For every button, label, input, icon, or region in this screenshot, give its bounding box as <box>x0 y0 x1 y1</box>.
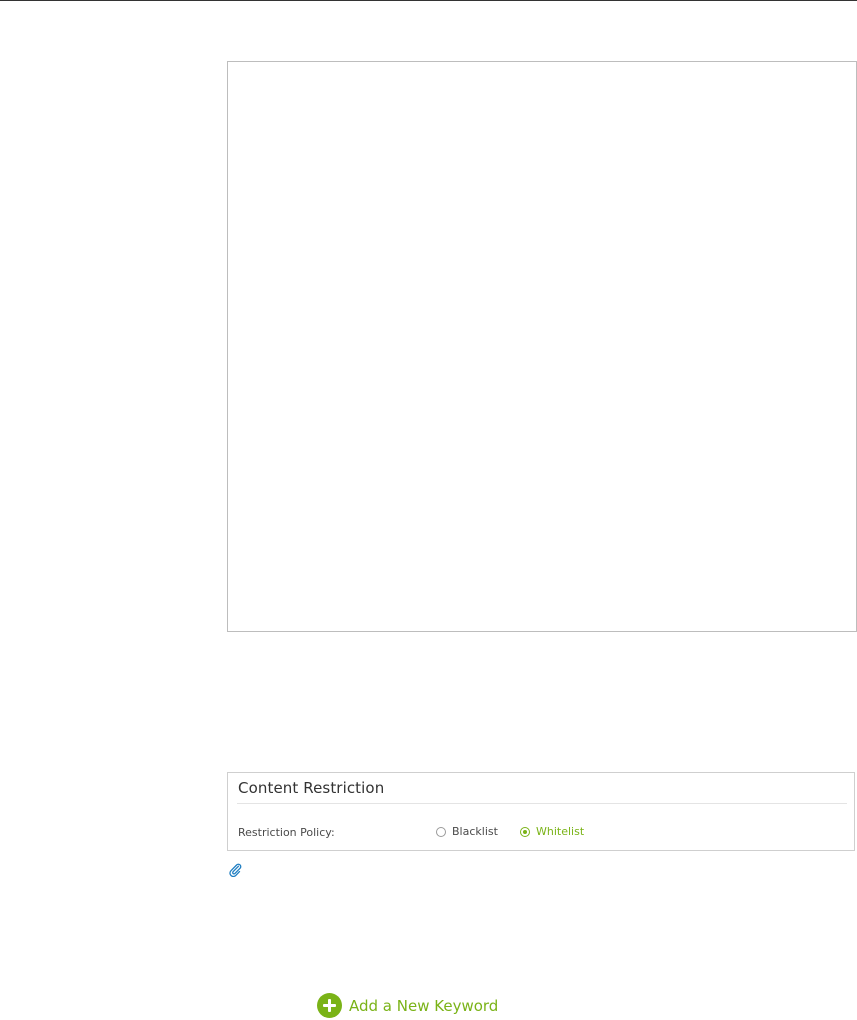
radio-whitelist[interactable]: Whitelist <box>520 825 584 838</box>
add-new-keyword-button[interactable]: Add a New Keyword <box>317 993 498 1018</box>
restriction-policy-label: Restriction Policy: <box>238 826 335 839</box>
panel-divider <box>237 803 847 804</box>
paperclip-icon[interactable] <box>228 863 242 877</box>
radio-whitelist-label: Whitelist <box>536 825 585 838</box>
panel-title: Content Restriction <box>238 779 385 797</box>
add-new-keyword-label[interactable]: Add a New Keyword <box>349 997 498 1015</box>
radio-checked-icon[interactable] <box>520 826 530 837</box>
radio-blacklist[interactable]: Blacklist <box>436 825 498 838</box>
radio-circle-icon[interactable] <box>436 826 446 837</box>
plus-circle-icon[interactable] <box>317 993 342 1018</box>
page: Content Restriction Restriction Policy: … <box>0 0 857 1020</box>
radio-blacklist-label: Blacklist <box>452 825 498 838</box>
top-divider <box>0 0 857 1</box>
content-restriction-panel: Content Restriction Restriction Policy: … <box>227 772 855 851</box>
content-frame <box>227 61 857 632</box>
